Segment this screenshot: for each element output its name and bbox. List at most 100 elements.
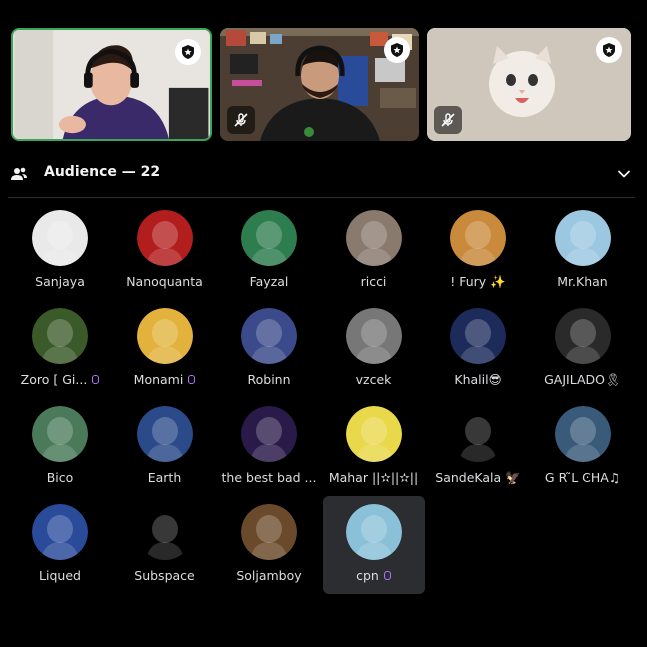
nitro-boost-icon [188,375,196,384]
member-name: SandeKala 🦅 [421,470,535,486]
audience-member[interactable]: Fayzal [218,202,320,300]
audience-title: Audience — 22 [44,164,161,180]
avatar [32,210,88,266]
member-name: Earth [108,470,222,485]
member-name-text: Mahar ||✫||✫|| [328,470,419,485]
member-name-text: the best bad ... [221,470,317,485]
avatar [136,504,193,560]
audience-member[interactable]: ! Fury ✨ [427,202,529,300]
member-name-text: Monami [133,372,184,387]
member-name-text: Mr.Khan [557,274,608,289]
member-name-text: Nanoquanta [126,274,203,289]
people-icon [11,167,27,180]
member-name: GAJILADO🎗 [526,372,640,388]
avatar [554,210,611,266]
avatar [136,406,193,462]
audience-member[interactable]: Subspace [114,496,216,594]
member-name-text: Soljamboy [236,568,302,583]
member-name: Liqued [3,568,117,583]
audience-member[interactable]: vzcek [323,300,425,398]
audience-member[interactable]: Zoro [ Gi... [9,300,111,398]
chevron-down-icon[interactable] [617,167,631,181]
member-name: Bico [3,470,117,485]
avatar [450,308,506,364]
avatar [241,504,297,560]
moderator-badge [175,39,201,65]
member-name-text: Zoro [ Gi... [20,372,88,387]
audience-member[interactable]: SandeKala 🦅 [427,398,529,496]
audience-member[interactable]: cpn [322,496,425,594]
member-name: vzcek [317,372,431,387]
avatar [345,406,402,462]
audience-member[interactable]: G R ̃L ϾHA♫ [532,398,634,496]
member-name: Nanoquanta [108,274,222,289]
avatar [345,308,402,364]
shield-star-icon [391,43,403,57]
member-name: Soljamboy [212,568,326,583]
audience-member[interactable]: Robinn [218,300,320,398]
member-name-text: ricci [360,274,387,289]
member-name-text: G R ̃L ϾHA♫ [544,470,621,485]
audience-member[interactable]: the best bad ... [218,398,320,496]
member-name-text: Liqued [39,568,81,583]
muted-indicator [227,106,255,134]
speaker-video-1[interactable] [11,28,212,141]
avatar [450,406,506,462]
avatar [241,308,297,364]
audience-member[interactable]: Nanoquanta [114,202,216,300]
audience-member[interactable]: Sanjaya [9,202,111,300]
audience-member[interactable]: Bico [9,398,111,496]
member-name-text: vzcek [355,372,392,387]
speaker-video-3[interactable] [427,28,631,141]
audience-member[interactable]: Earth [114,398,216,496]
audience-member[interactable]: Soljamboy [218,496,320,594]
avatar [345,210,402,266]
avatar [450,210,506,266]
member-name: Robinn [212,372,326,387]
member-name: Fayzal [212,274,326,289]
avatar [136,210,193,266]
member-name: the best bad ... [212,470,326,485]
avatar [345,504,402,560]
audience-member[interactable]: Monami [114,300,216,398]
member-name: ricci [317,274,431,289]
member-name: Khalil😎 [421,372,535,387]
moderator-badge [596,37,622,63]
member-name-text: Khalil😎 [454,372,502,387]
mic-off-icon [234,113,248,127]
audience-header[interactable]: Audience — 22 [8,158,635,198]
moderator-badge [384,37,410,63]
audience-member[interactable]: Khalil😎 [427,300,529,398]
member-name: Monami [108,372,222,387]
member-name-text: Subspace [134,568,195,583]
audience-member[interactable]: Mr.Khan [532,202,634,300]
member-name: ! Fury ✨ [421,274,535,290]
audience-member[interactable]: Mahar ||✫||✫|| [323,398,425,496]
member-name: Mr.Khan [526,274,640,289]
member-name: Subspace [108,568,222,583]
nitro-boost-icon [383,571,391,580]
member-name: G R ̃L ϾHA♫ [526,470,640,485]
avatar [554,406,611,462]
member-name-text: Earth [147,470,182,485]
audience-member[interactable]: ricci [323,202,425,300]
member-name-text: Robinn [247,372,291,387]
shield-star-icon [603,43,615,57]
member-name-text: Bico [46,470,74,485]
member-name-text: GAJILADO🎗 [544,372,621,387]
avatar [32,308,88,364]
avatar [136,308,193,364]
member-name: Sanjaya [3,274,117,289]
avatar [554,308,611,364]
mic-off-icon [441,113,455,127]
avatar [32,406,88,462]
nitro-boost-icon [92,375,100,384]
audience-member[interactable]: GAJILADO🎗 [532,300,634,398]
avatar [241,210,297,266]
speaker-video-2[interactable] [220,28,419,141]
shield-star-icon [182,45,194,59]
member-name: Zoro [ Gi... [3,372,117,387]
member-name-text: cpn [356,568,379,583]
muted-indicator [434,106,462,134]
audience-member[interactable]: Liqued [9,496,111,594]
